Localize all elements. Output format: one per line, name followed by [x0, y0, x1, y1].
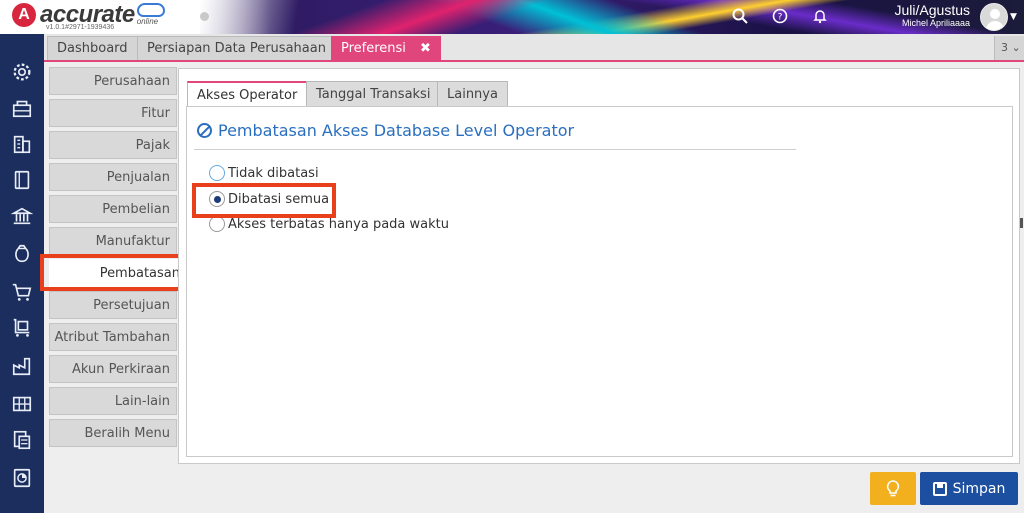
cart-icon[interactable] — [10, 280, 34, 304]
bank-icon[interactable] — [10, 204, 34, 228]
nav-item-fitur[interactable]: Fitur — [49, 99, 177, 127]
access-operator-section: Pembatasan Akses Database Level Operator… — [186, 106, 1013, 457]
logo-mark-icon: A — [12, 3, 36, 27]
version-label: v1.0.1#2971-1939436 — [46, 24, 115, 31]
user-info[interactable]: Juli/Agustus Michel Apriliaaaa — [880, 2, 970, 28]
nav-item-atribut-tambahan[interactable]: Atribut Tambahan — [49, 323, 177, 351]
app-header: A accurate online v1.0.1#2971-1939436 ? … — [0, 0, 1024, 34]
bell-icon[interactable] — [808, 5, 832, 27]
factory-icon[interactable] — [10, 354, 34, 378]
settings-panel: Akses Operator Tanggal Transaksi Lainnya… — [178, 68, 1020, 464]
chevron-down-icon[interactable]: ▼ — [1010, 12, 1017, 22]
inventory-cart-icon[interactable] — [10, 316, 34, 340]
nav-item-perusahaan[interactable]: Perusahaan — [49, 67, 177, 95]
nav-item-pajak[interactable]: Pajak — [49, 131, 177, 159]
lightbulb-icon — [886, 479, 900, 496]
building-icon[interactable] — [10, 132, 34, 156]
section-title-text: Pembatasan Akses Database Level Operator — [218, 121, 575, 140]
tab-tanggal-transaksi[interactable]: Tanggal Transaksi — [306, 81, 441, 106]
nav-item-beralih-menu[interactable]: Beralih Menu — [49, 419, 177, 447]
highlight-box-nav — [40, 254, 187, 291]
tab-lainnya[interactable]: Lainnya — [437, 81, 508, 106]
floppy-disk-icon — [932, 481, 947, 496]
tab-counter-dropdown[interactable]: 3 ⌄ — [994, 36, 1024, 60]
radio-button[interactable] — [209, 216, 225, 232]
sales-box-icon[interactable] — [10, 96, 34, 120]
user-name: Michel Apriliaaaa — [901, 18, 970, 28]
save-button-label: Simpan — [952, 480, 1006, 497]
help-icon[interactable]: ? — [768, 5, 792, 27]
main-tab-bar: Dashboard Persiapan Data Perusahaan Pref… — [44, 34, 1024, 61]
save-button[interactable]: Simpan — [920, 472, 1018, 505]
section-title: Pembatasan Akses Database Level Operator — [197, 121, 574, 140]
option-label: Akses terbatas hanya pada waktu — [228, 216, 449, 232]
tab-label: Dashboard — [57, 41, 128, 56]
close-icon[interactable]: ✖ — [420, 41, 431, 56]
tab-label: Persiapan Data Perusahaan — [147, 41, 326, 56]
gear-icon[interactable] — [10, 60, 34, 84]
money-bag-icon[interactable] — [10, 242, 34, 266]
cloud-icon: online — [136, 3, 167, 27]
ban-icon — [197, 123, 212, 138]
highlight-box-option — [192, 183, 336, 218]
avatar[interactable] — [980, 3, 1008, 31]
boxes-icon[interactable] — [10, 392, 34, 416]
tax-document-icon[interactable] — [10, 428, 34, 452]
nav-item-pembelian[interactable]: Pembelian — [49, 195, 177, 223]
nav-item-manufaktur[interactable]: Manufaktur — [49, 227, 177, 255]
book-icon[interactable] — [10, 168, 34, 192]
search-icon[interactable] — [728, 5, 752, 27]
divider — [194, 149, 796, 150]
tab-label: Preferensi — [341, 41, 406, 56]
nav-item-akun-perkiraan[interactable]: Akun Perkiraan — [49, 355, 177, 383]
logo-subtext: online — [136, 17, 159, 26]
radio-button[interactable] — [209, 165, 225, 181]
scrollbar-handle[interactable] — [1020, 218, 1023, 228]
left-sidebar — [0, 34, 44, 513]
tab-akses-operator[interactable]: Akses Operator — [187, 81, 308, 106]
svg-text:?: ? — [778, 13, 783, 23]
fiscal-period: Juli/Agustus — [894, 2, 970, 18]
tab-preferensi[interactable]: Preferensi ✖ — [331, 36, 441, 60]
tab-persiapan-data-perusahaan[interactable]: Persiapan Data Perusahaan — [137, 36, 336, 60]
tips-button[interactable] — [870, 472, 916, 505]
option-akses-terbatas[interactable]: Akses terbatas hanya pada waktu — [209, 216, 449, 232]
status-dot-icon — [200, 12, 209, 21]
nav-item-penjualan[interactable]: Penjualan — [49, 163, 177, 191]
report-chart-icon[interactable] — [10, 466, 34, 490]
option-tidak-dibatasi[interactable]: Tidak dibatasi — [209, 165, 319, 181]
preferences-content: Perusahaan Fitur Pajak Penjualan Pembeli… — [40, 62, 1024, 513]
option-label: Tidak dibatasi — [228, 165, 319, 181]
nav-item-lain-lain[interactable]: Lain-lain — [49, 387, 177, 415]
tab-dashboard[interactable]: Dashboard — [47, 36, 138, 60]
nav-item-persetujuan[interactable]: Persetujuan — [49, 291, 177, 319]
